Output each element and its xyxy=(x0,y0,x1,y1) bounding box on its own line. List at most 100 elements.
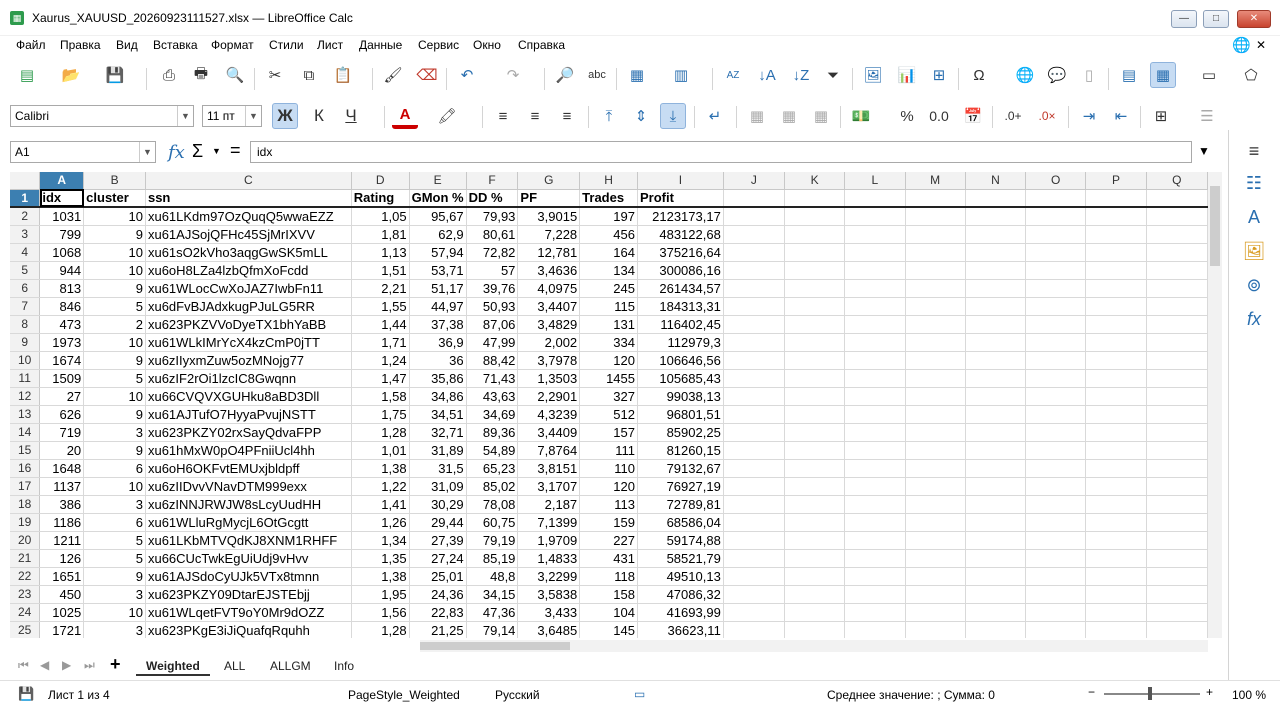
sort-ascending-icon[interactable]: ↓A xyxy=(754,62,780,88)
cell-p24[interactable] xyxy=(1085,603,1147,622)
cell-n20[interactable] xyxy=(965,531,1027,550)
cell-n5[interactable] xyxy=(965,261,1027,280)
cell-o4[interactable] xyxy=(1025,243,1087,262)
cell-n24[interactable] xyxy=(965,603,1027,622)
cell-h17[interactable]: 120 xyxy=(579,477,638,496)
cell-l22[interactable] xyxy=(844,567,906,586)
cell-j22[interactable] xyxy=(723,567,786,586)
cell-c14[interactable]: xu623PKZY02rxSayQdvaFPP xyxy=(145,423,352,442)
cell-b7[interactable]: 5 xyxy=(83,297,146,316)
cell-o16[interactable] xyxy=(1025,459,1087,478)
cell-n21[interactable] xyxy=(965,549,1027,568)
cell-p8[interactable] xyxy=(1085,315,1147,334)
cell-j23[interactable] xyxy=(723,585,786,604)
cell-d6[interactable]: 2,21 xyxy=(351,279,410,298)
insert-image-icon[interactable]: 🖼 xyxy=(860,62,886,88)
cell-g11[interactable]: 1,3503 xyxy=(517,369,581,388)
row-header[interactable]: 19 xyxy=(10,513,41,532)
cell-c13[interactable]: xu61AJTufO7HyyaPvujNSTT xyxy=(145,405,352,424)
cell-g4[interactable]: 12,781 xyxy=(517,243,581,262)
cell-m19[interactable] xyxy=(905,513,966,532)
cell-l20[interactable] xyxy=(844,531,906,550)
cell-g10[interactable]: 3,7978 xyxy=(517,351,581,370)
row-header[interactable]: 5 xyxy=(10,261,41,280)
row-header[interactable]: 24 xyxy=(10,603,41,622)
cell-d15[interactable]: 1,01 xyxy=(351,441,410,460)
cell-a17[interactable]: 1137 xyxy=(39,477,85,496)
cell-l18[interactable] xyxy=(844,495,906,514)
cell-f18[interactable]: 78,08 xyxy=(466,495,519,514)
cell-j1[interactable] xyxy=(723,189,786,208)
previous-sheet-icon[interactable]: ◀ xyxy=(40,658,49,672)
cell-j4[interactable] xyxy=(723,243,786,262)
cell-d8[interactable]: 1,44 xyxy=(351,315,410,334)
cell-q15[interactable] xyxy=(1146,441,1208,460)
cell-i20[interactable]: 59174,88 xyxy=(637,531,724,550)
cell-a8[interactable]: 473 xyxy=(39,315,85,334)
cell-a3[interactable]: 799 xyxy=(39,225,85,244)
cell-g15[interactable]: 7,8764 xyxy=(517,441,581,460)
cell-b3[interactable]: 9 xyxy=(83,225,146,244)
spreadsheet-grid[interactable]: ABCDEFGHIJKLMNOPQ 1 idx cluster ssn Rating GM… xyxy=(10,172,1208,638)
cell-c11[interactable]: xu6zIF2rOi1lzcIC8Gwqnn xyxy=(145,369,352,388)
cell-m2[interactable] xyxy=(905,207,966,226)
cell-d16[interactable]: 1,38 xyxy=(351,459,410,478)
cell-h10[interactable]: 120 xyxy=(579,351,638,370)
row-header[interactable]: 16 xyxy=(10,459,41,478)
cell-m23[interactable] xyxy=(905,585,966,604)
cell-q6[interactable] xyxy=(1146,279,1208,298)
show-draw-functions-icon[interactable]: ⬠ xyxy=(1238,62,1264,88)
cell-h3[interactable]: 456 xyxy=(579,225,638,244)
cell-i14[interactable]: 85902,25 xyxy=(637,423,724,442)
expand-formula-icon[interactable]: ▼ xyxy=(1198,144,1210,158)
cell-k23[interactable] xyxy=(784,585,846,604)
cell-h12[interactable]: 327 xyxy=(579,387,638,406)
cell-k25[interactable] xyxy=(784,621,846,638)
cell-m13[interactable] xyxy=(905,405,966,424)
cell-a12[interactable]: 27 xyxy=(39,387,85,406)
percent-format-button[interactable]: % xyxy=(894,103,920,129)
cell-c6[interactable]: xu61WLocCwXoJAZ7IwbFn11 xyxy=(145,279,352,298)
column-header-m[interactable]: M xyxy=(905,172,966,190)
cell-d18[interactable]: 1,41 xyxy=(351,495,410,514)
cell-j11[interactable] xyxy=(723,369,786,388)
cell-j7[interactable] xyxy=(723,297,786,316)
cell-l9[interactable] xyxy=(844,333,906,352)
cell-f25[interactable]: 79,14 xyxy=(466,621,519,638)
cell-p12[interactable] xyxy=(1085,387,1147,406)
open-folder-icon[interactable]: 📂 xyxy=(58,62,84,88)
cell-p15[interactable] xyxy=(1085,441,1147,460)
gallery-icon[interactable]: 🖼 xyxy=(1241,238,1267,264)
cell-i6[interactable]: 261434,57 xyxy=(637,279,724,298)
cell-h2[interactable]: 197 xyxy=(579,207,638,226)
cell-d7[interactable]: 1,55 xyxy=(351,297,410,316)
cell-p22[interactable] xyxy=(1085,567,1147,586)
cell-p10[interactable] xyxy=(1085,351,1147,370)
cell-b8[interactable]: 2 xyxy=(83,315,146,334)
function-wizard-button[interactable]: fx xyxy=(168,142,185,163)
cell-n12[interactable] xyxy=(965,387,1027,406)
cell-f23[interactable]: 34,15 xyxy=(466,585,519,604)
row-header[interactable]: 8 xyxy=(10,315,41,334)
functions-icon[interactable]: fx xyxy=(1241,306,1267,332)
cell-i10[interactable]: 106646,56 xyxy=(637,351,724,370)
cell-i4[interactable]: 375216,64 xyxy=(637,243,724,262)
cell-a10[interactable]: 1674 xyxy=(39,351,85,370)
cell-q24[interactable] xyxy=(1146,603,1208,622)
cell-h24[interactable]: 104 xyxy=(579,603,638,622)
selection-mode-icon[interactable]: ▭ xyxy=(634,687,645,701)
cell-g2[interactable]: 3,9015 xyxy=(517,207,581,226)
cell-q17[interactable] xyxy=(1146,477,1208,496)
cell-i11[interactable]: 105685,43 xyxy=(637,369,724,388)
cell-d21[interactable]: 1,35 xyxy=(351,549,410,568)
cell-f1[interactable]: DD % xyxy=(466,189,519,208)
cell-o12[interactable] xyxy=(1025,387,1087,406)
cell-n14[interactable] xyxy=(965,423,1027,442)
cell-p4[interactable] xyxy=(1085,243,1147,262)
row-header[interactable]: 22 xyxy=(10,567,41,586)
cell-b21[interactable]: 5 xyxy=(83,549,146,568)
cell-c18[interactable]: xu6zINNJRWJW8sLcyUudHH xyxy=(145,495,352,514)
cell-o9[interactable] xyxy=(1025,333,1087,352)
delete-decimal-icon[interactable]: .0× xyxy=(1034,103,1060,129)
cell-p9[interactable] xyxy=(1085,333,1147,352)
